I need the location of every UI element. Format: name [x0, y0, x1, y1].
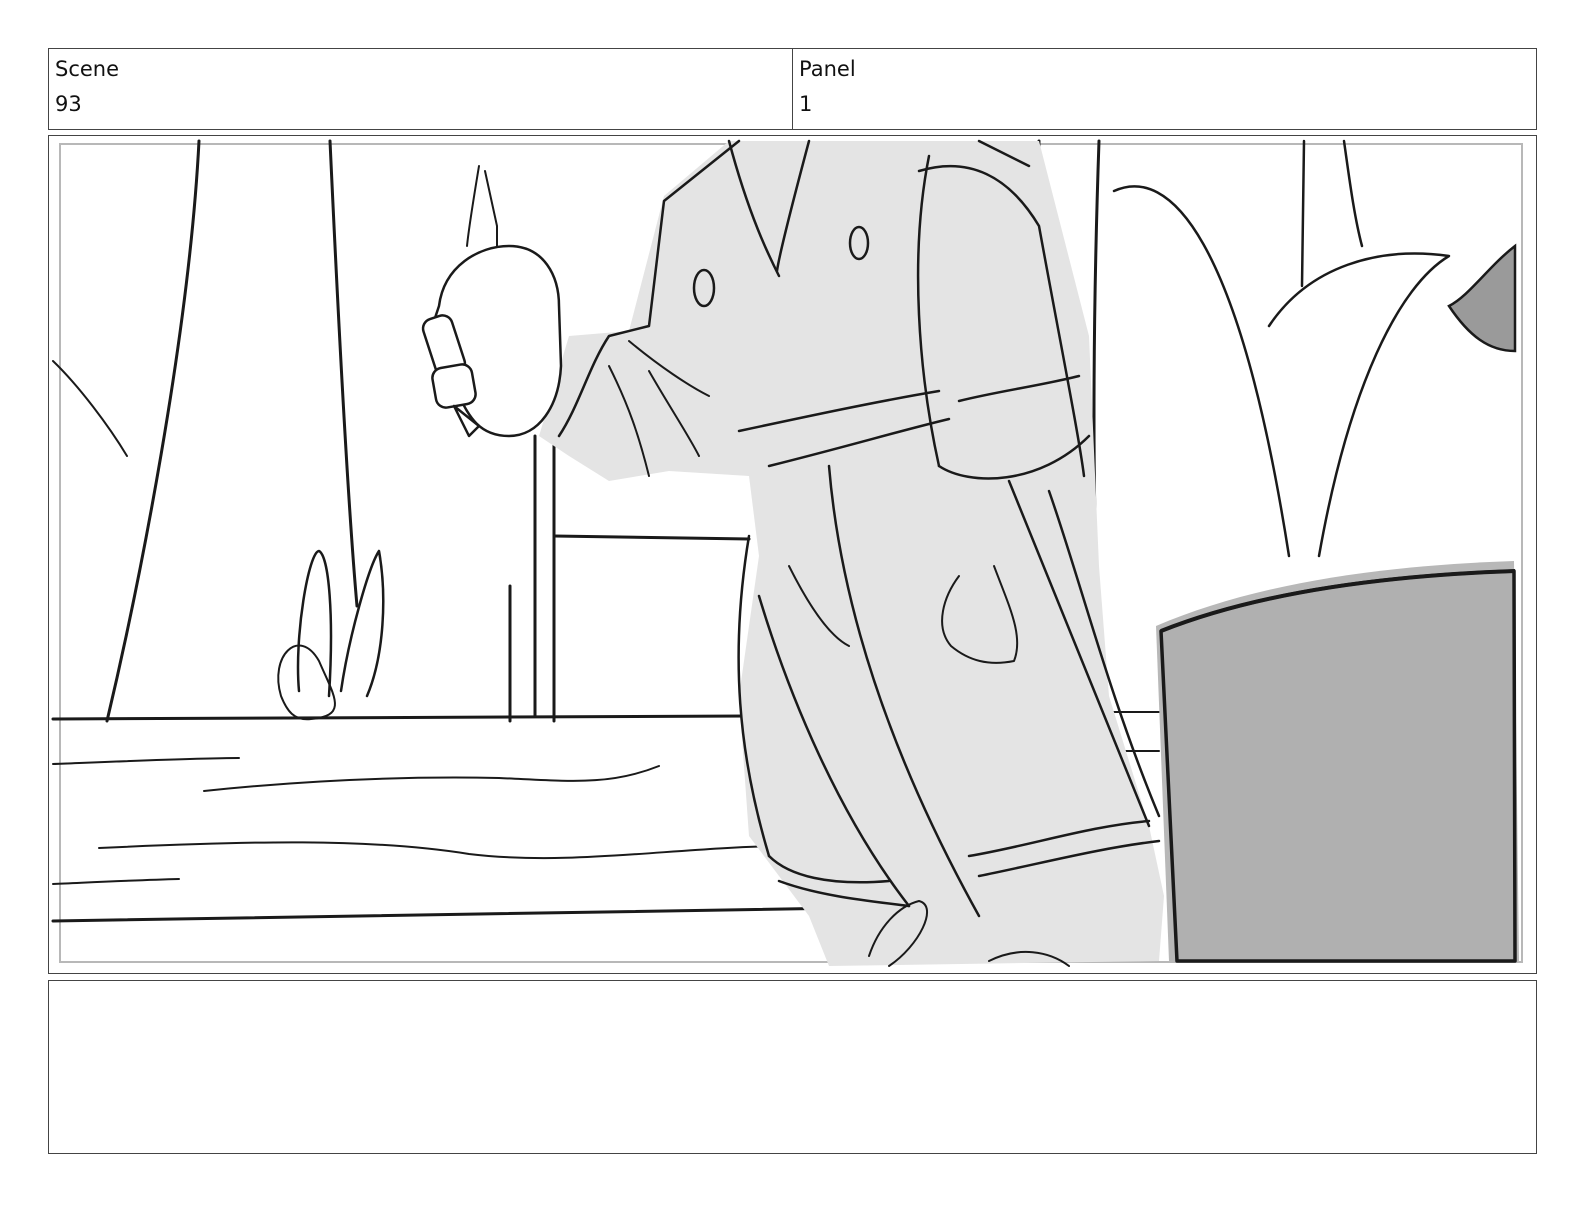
table-edge-top: [51, 714, 751, 721]
leaf-right-2: [1267, 252, 1451, 558]
floor-line-4: [52, 878, 180, 885]
tree-trunk-left-2: [328, 139, 359, 608]
chair-back: [1159, 569, 1517, 963]
leaf-right-1: [1112, 185, 1291, 558]
panel-header: Scene 93 Panel 1: [48, 48, 1537, 130]
robed-figure: [421, 139, 1164, 967]
panel-cell: Panel 1: [792, 49, 1536, 129]
tree-trunk-left: [105, 139, 201, 723]
window-bar: [552, 534, 751, 541]
creature-ear-left: [296, 549, 333, 698]
floor-line-3: [98, 841, 780, 860]
storyboard-sketch: [51, 139, 1523, 967]
window-post: [508, 434, 556, 723]
panel-number: 1: [799, 92, 813, 116]
scene-number: 93: [55, 92, 82, 116]
notes-box: [48, 980, 1537, 1154]
floor-line-2: [203, 765, 660, 792]
storyboard-frame: [48, 135, 1537, 974]
scene-label: Scene: [55, 57, 120, 81]
broom-handle: [466, 165, 480, 247]
partial-object-right: [1447, 243, 1517, 353]
brush-grip: [431, 363, 477, 409]
chair: [1156, 561, 1519, 963]
floor-line-1: [52, 757, 240, 765]
panel-label: Panel: [799, 57, 856, 81]
creature-body: [277, 644, 336, 721]
broom-shaft: [484, 170, 498, 247]
scene-cell: Scene 93: [49, 49, 792, 129]
creature-ear-right: [339, 549, 385, 698]
branch-left: [52, 360, 128, 457]
